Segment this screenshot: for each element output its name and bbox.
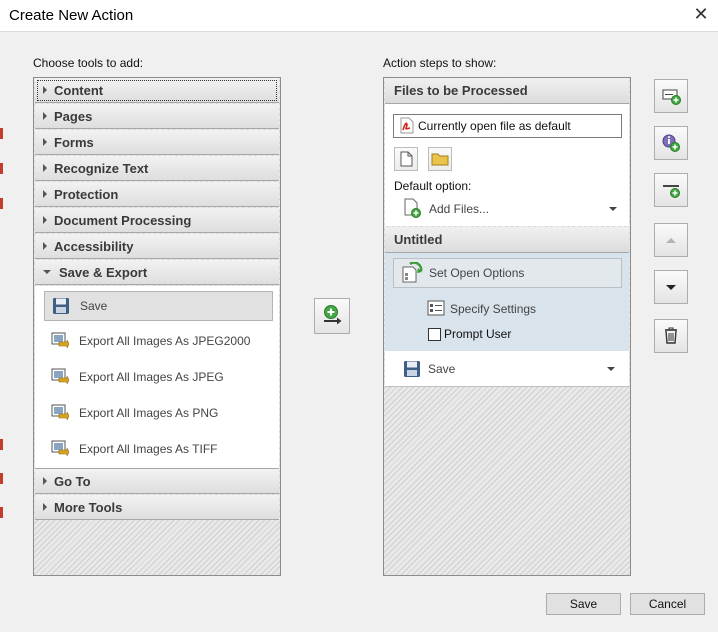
save-export-tools: Save Export All Images As JPEG2000 Expor… xyxy=(35,286,279,469)
category-protection[interactable]: Protection xyxy=(35,182,279,207)
settings-list-icon xyxy=(427,300,445,316)
delete-button[interactable] xyxy=(654,319,688,353)
info-add-icon xyxy=(662,134,680,152)
add-step-button[interactable] xyxy=(314,298,350,334)
add-instruction-button[interactable] xyxy=(654,126,688,160)
prompt-user-checkbox[interactable]: Prompt User xyxy=(427,325,607,345)
background-window-edge xyxy=(0,507,3,518)
specify-settings-item[interactable]: Specify Settings xyxy=(423,297,613,319)
export-image-icon xyxy=(51,332,69,349)
category-save-export[interactable]: Save & Export xyxy=(35,260,279,285)
file-source-field[interactable]: Currently open file as default xyxy=(393,114,622,138)
background-window-edge xyxy=(0,439,3,450)
blank-page-icon xyxy=(400,151,413,167)
chevron-right-icon xyxy=(43,86,47,94)
set-open-options-step: Set Open Options Specify Settings Prompt… xyxy=(385,253,629,351)
default-option-label: Default option: xyxy=(394,179,472,193)
files-section: Currently open file as default Default o… xyxy=(385,104,629,226)
dropdown-arrow-icon xyxy=(607,367,615,371)
window-title: Create New Action xyxy=(9,7,134,24)
export-image-icon xyxy=(51,440,69,457)
chevron-right-icon xyxy=(43,112,47,120)
title-bar: Create New Action ✕ xyxy=(0,0,718,32)
background-window-edge xyxy=(0,473,3,484)
add-arrow-icon xyxy=(324,305,342,325)
export-image-icon xyxy=(51,404,69,421)
category-recognize-text[interactable]: Recognize Text xyxy=(35,156,279,181)
action-steps-label: Action steps to show: xyxy=(383,56,497,70)
pdf-file-icon xyxy=(400,117,414,134)
chevron-right-icon xyxy=(43,138,47,146)
separator-add-icon xyxy=(663,185,680,198)
folder-icon xyxy=(431,153,449,166)
chevron-right-icon xyxy=(43,503,47,511)
add-panel-separator-button[interactable] xyxy=(654,173,688,207)
tool-export-tiff[interactable]: Export All Images As TIFF xyxy=(44,435,271,463)
chevron-right-icon xyxy=(43,164,47,172)
insert-menu-item-button[interactable] xyxy=(654,79,688,113)
floppy-disk-icon xyxy=(53,298,69,314)
chevron-right-icon xyxy=(43,190,47,198)
save-step[interactable]: Save xyxy=(385,351,629,387)
triangle-up-icon xyxy=(666,238,676,243)
category-pages[interactable]: Pages xyxy=(35,104,279,129)
chevron-right-icon xyxy=(43,477,47,485)
move-up-button[interactable] xyxy=(654,223,688,257)
open-options-icon xyxy=(402,262,423,283)
add-file-icon xyxy=(404,198,421,218)
untitled-header: Untitled xyxy=(385,227,629,253)
move-down-button[interactable] xyxy=(654,270,688,304)
insert-menu-icon xyxy=(662,89,681,105)
chevron-right-icon xyxy=(43,216,47,224)
background-window-edge xyxy=(0,198,3,209)
trash-icon xyxy=(665,327,677,344)
open-folder-button[interactable] xyxy=(428,147,452,171)
background-window-edge xyxy=(0,128,3,139)
tool-export-png[interactable]: Export All Images As PNG xyxy=(44,399,271,427)
set-open-options-row[interactable]: Set Open Options xyxy=(393,258,622,288)
new-file-button[interactable] xyxy=(394,147,418,171)
dropdown-arrow-icon xyxy=(609,207,617,211)
tool-export-jpeg2000[interactable]: Export All Images As JPEG2000 xyxy=(44,327,271,355)
files-to-process-header: Files to be Processed xyxy=(385,78,629,104)
action-steps-panel: Files to be Processed Currently open fil… xyxy=(383,77,631,576)
tool-save[interactable]: Save xyxy=(44,291,273,321)
tool-export-jpeg[interactable]: Export All Images As JPEG xyxy=(44,363,271,391)
export-image-icon xyxy=(51,368,69,385)
category-accessibility[interactable]: Accessibility xyxy=(35,234,279,259)
tools-panel: Content Pages Forms Recognize Text Prote… xyxy=(33,77,281,576)
floppy-disk-icon xyxy=(404,361,420,377)
category-more-tools[interactable]: More Tools xyxy=(35,495,279,520)
cancel-button[interactable]: Cancel xyxy=(630,593,705,615)
add-files-dropdown[interactable]: Add Files... xyxy=(394,196,620,220)
category-forms[interactable]: Forms xyxy=(35,130,279,155)
save-button[interactable]: Save xyxy=(546,593,621,615)
category-document-processing[interactable]: Document Processing xyxy=(35,208,279,233)
triangle-down-icon xyxy=(666,285,676,290)
category-go-to[interactable]: Go To xyxy=(35,469,279,494)
chevron-down-icon xyxy=(43,270,51,274)
background-window-edge xyxy=(0,163,3,174)
close-icon[interactable]: ✕ xyxy=(692,5,710,23)
choose-tools-label: Choose tools to add: xyxy=(33,56,144,70)
checkbox[interactable] xyxy=(428,328,441,341)
category-content[interactable]: Content xyxy=(35,78,279,103)
chevron-right-icon xyxy=(43,242,47,250)
